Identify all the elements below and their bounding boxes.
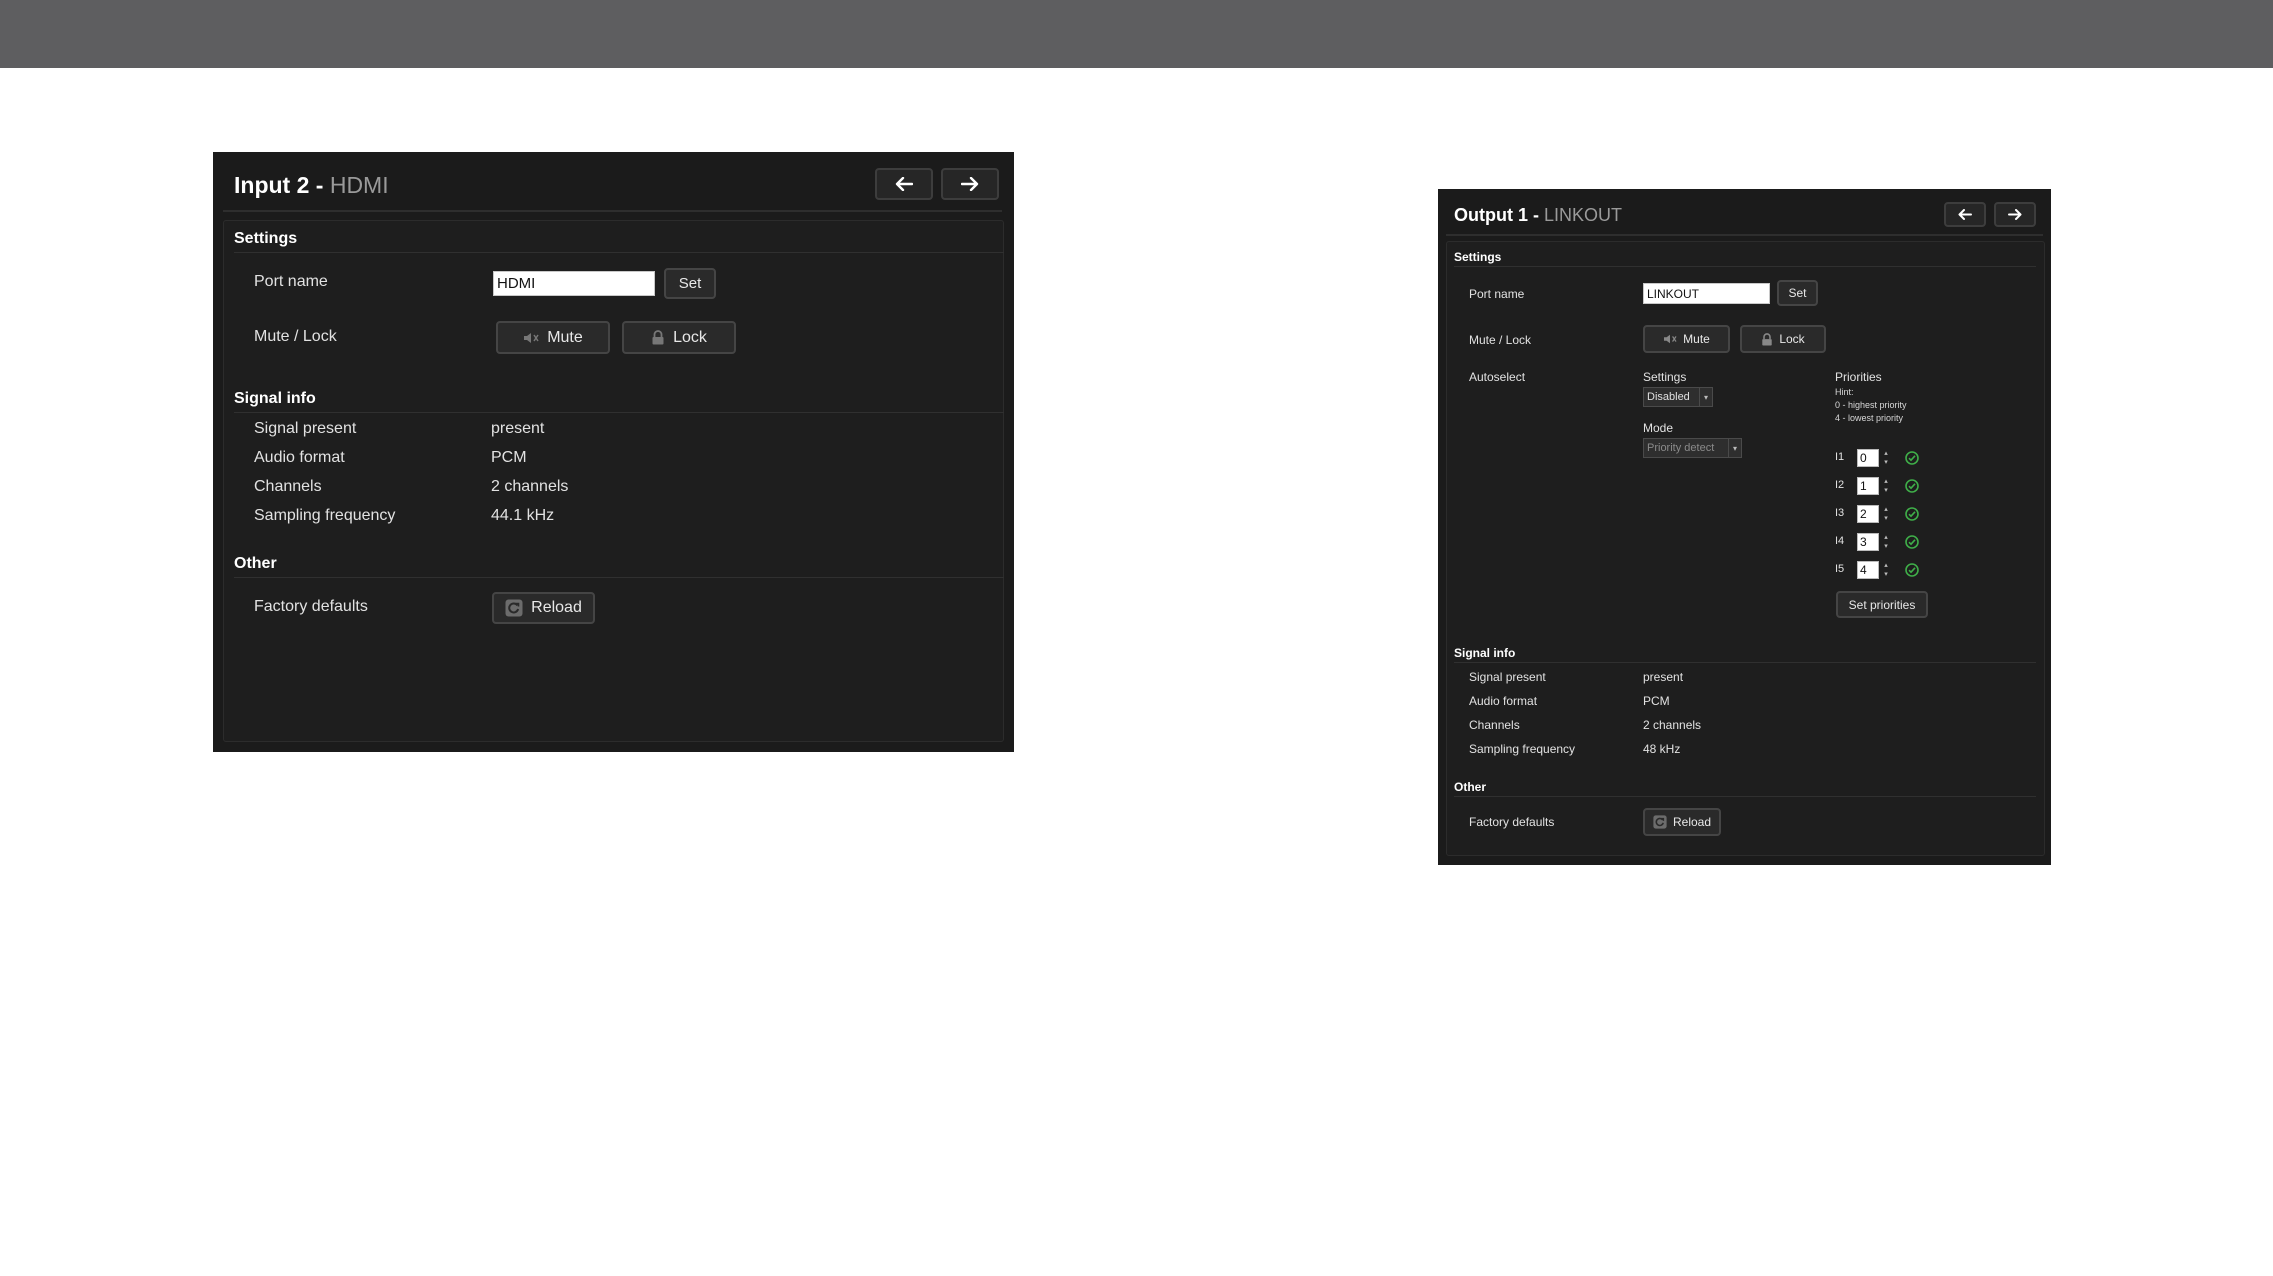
signal-present-value: present bbox=[1643, 670, 1684, 684]
autoselect-label: Autoselect bbox=[1469, 370, 1526, 384]
prev-port-button[interactable] bbox=[1944, 202, 1986, 227]
audio-format-label: Audio format bbox=[254, 449, 345, 466]
next-port-button[interactable] bbox=[941, 168, 999, 200]
priority-stepper[interactable]: 4 bbox=[1857, 561, 1879, 579]
autoselect-settings-label: Settings bbox=[1643, 370, 1687, 384]
set-priorities-button[interactable]: Set priorities bbox=[1836, 591, 1928, 618]
reload-icon bbox=[505, 599, 523, 617]
set-port-name-button[interactable]: Set bbox=[664, 268, 716, 299]
signal-present-label: Signal present bbox=[1469, 670, 1546, 684]
channels-value: 2 channels bbox=[491, 478, 569, 495]
stepper-arrows-icon[interactable]: ▴ ▾ bbox=[1881, 561, 1891, 579]
mute-lock-label: Mute / Lock bbox=[1469, 333, 1532, 347]
set-port-name-button[interactable]: Set bbox=[1777, 280, 1818, 306]
stepper-arrows-icon[interactable]: ▴ ▾ bbox=[1881, 449, 1891, 467]
lock-button[interactable]: Lock bbox=[622, 321, 736, 354]
settings-heading: Settings bbox=[234, 230, 298, 247]
mode-label: Mode bbox=[1643, 421, 1674, 435]
sampling-frequency-value: 44.1 kHz bbox=[491, 507, 555, 524]
check-circle-icon bbox=[1905, 451, 1919, 465]
priority-input-label: I1 bbox=[1835, 451, 1845, 463]
section-divider bbox=[234, 252, 1004, 253]
chevron-down-icon: ▾ bbox=[1728, 439, 1741, 457]
reload-icon bbox=[1653, 815, 1667, 829]
section-divider bbox=[1454, 796, 2036, 797]
reload-button[interactable]: Reload bbox=[492, 592, 595, 624]
priority-stepper[interactable]: 2 bbox=[1857, 505, 1879, 523]
mute-button[interactable]: Mute bbox=[1643, 325, 1730, 353]
channels-value: 2 channels bbox=[1643, 718, 1702, 732]
output-port-panel: Output 1 - LINKOUT Settings Port name Se… bbox=[1438, 189, 2051, 865]
lock-icon bbox=[651, 330, 665, 345]
speaker-muted-icon bbox=[523, 331, 539, 345]
title-divider bbox=[1446, 234, 2043, 236]
next-port-button[interactable] bbox=[1994, 202, 2036, 227]
priorities-label: Priorities bbox=[1835, 370, 1882, 384]
panel-title: Input 2 - HDMI bbox=[234, 172, 389, 198]
priorities-hint-line: 0 - highest priority bbox=[1835, 400, 1907, 410]
port-name-label: Port name bbox=[1469, 287, 1525, 301]
priority-input-label: I2 bbox=[1835, 479, 1845, 491]
factory-defaults-label: Factory defaults bbox=[254, 598, 368, 615]
signal-info-heading: Signal info bbox=[1454, 646, 1516, 660]
sampling-frequency-value: 48 kHz bbox=[1643, 742, 1681, 756]
arrow-left-icon bbox=[895, 177, 913, 191]
sampling-frequency-label: Sampling frequency bbox=[254, 507, 396, 524]
section-divider bbox=[234, 412, 1004, 413]
priority-stepper[interactable]: 0 bbox=[1857, 449, 1879, 467]
section-divider bbox=[1454, 266, 2036, 267]
arrow-right-icon bbox=[2008, 209, 2022, 220]
mute-button[interactable]: Mute bbox=[496, 321, 610, 354]
arrow-right-icon bbox=[961, 177, 979, 191]
check-circle-icon bbox=[1905, 535, 1919, 549]
panel-title-port: HDMI bbox=[329, 172, 389, 198]
prev-port-button[interactable] bbox=[875, 168, 933, 200]
autoselect-settings-select[interactable]: Disabled ▾ bbox=[1643, 387, 1713, 407]
stepper-arrows-icon[interactable]: ▴ ▾ bbox=[1881, 505, 1891, 523]
priority-input-label: I5 bbox=[1835, 563, 1845, 575]
panel-title: Output 1 - LINKOUT bbox=[1454, 205, 1622, 225]
port-name-label: Port name bbox=[254, 273, 328, 290]
lock-icon bbox=[1761, 332, 1773, 346]
other-heading: Other bbox=[1454, 780, 1487, 794]
priority-stepper[interactable]: 3 bbox=[1857, 533, 1879, 551]
audio-format-value: PCM bbox=[491, 449, 527, 466]
stepper-arrows-icon[interactable]: ▴ ▾ bbox=[1881, 477, 1891, 495]
port-name-input[interactable] bbox=[493, 271, 655, 296]
stepper-arrows-icon[interactable]: ▴ ▾ bbox=[1881, 533, 1891, 551]
sampling-frequency-label: Sampling frequency bbox=[1469, 742, 1576, 756]
signal-present-value: present bbox=[491, 420, 545, 437]
channels-label: Channels bbox=[1469, 718, 1520, 732]
speaker-muted-icon bbox=[1663, 333, 1677, 345]
mute-lock-label: Mute / Lock bbox=[254, 328, 337, 345]
signal-present-label: Signal present bbox=[254, 420, 357, 437]
reload-button[interactable]: Reload bbox=[1643, 808, 1721, 836]
priorities-hint-line: 4 - lowest priority bbox=[1835, 413, 1904, 423]
other-heading: Other bbox=[234, 555, 277, 572]
priority-input-label: I3 bbox=[1835, 507, 1845, 519]
factory-defaults-label: Factory defaults bbox=[1469, 815, 1555, 829]
audio-format-value: PCM bbox=[1643, 694, 1670, 708]
section-divider bbox=[234, 577, 1004, 578]
signal-info-heading: Signal info bbox=[234, 390, 316, 407]
title-divider bbox=[223, 210, 1002, 212]
priority-input-label: I4 bbox=[1835, 535, 1845, 547]
section-divider bbox=[1454, 662, 2036, 663]
check-circle-icon bbox=[1905, 479, 1919, 493]
settings-heading: Settings bbox=[1454, 250, 1502, 264]
check-circle-icon bbox=[1905, 563, 1919, 577]
chevron-down-icon: ▾ bbox=[1699, 388, 1712, 406]
check-circle-icon bbox=[1905, 507, 1919, 521]
channels-label: Channels bbox=[254, 478, 322, 495]
input-port-panel: Input 2 - HDMI Settings Port name Set Mu… bbox=[213, 152, 1014, 752]
lock-button[interactable]: Lock bbox=[1740, 325, 1826, 353]
priorities-hint-title: Hint: bbox=[1835, 387, 1854, 397]
arrow-left-icon bbox=[1958, 209, 1972, 220]
audio-format-label: Audio format bbox=[1469, 694, 1538, 708]
mode-select[interactable]: Priority detect ▾ bbox=[1643, 438, 1742, 458]
panel-title-port: LINKOUT bbox=[1543, 205, 1622, 225]
priority-stepper[interactable]: 1 bbox=[1857, 477, 1879, 495]
top-banner bbox=[0, 0, 2273, 68]
port-name-input[interactable] bbox=[1643, 283, 1770, 304]
